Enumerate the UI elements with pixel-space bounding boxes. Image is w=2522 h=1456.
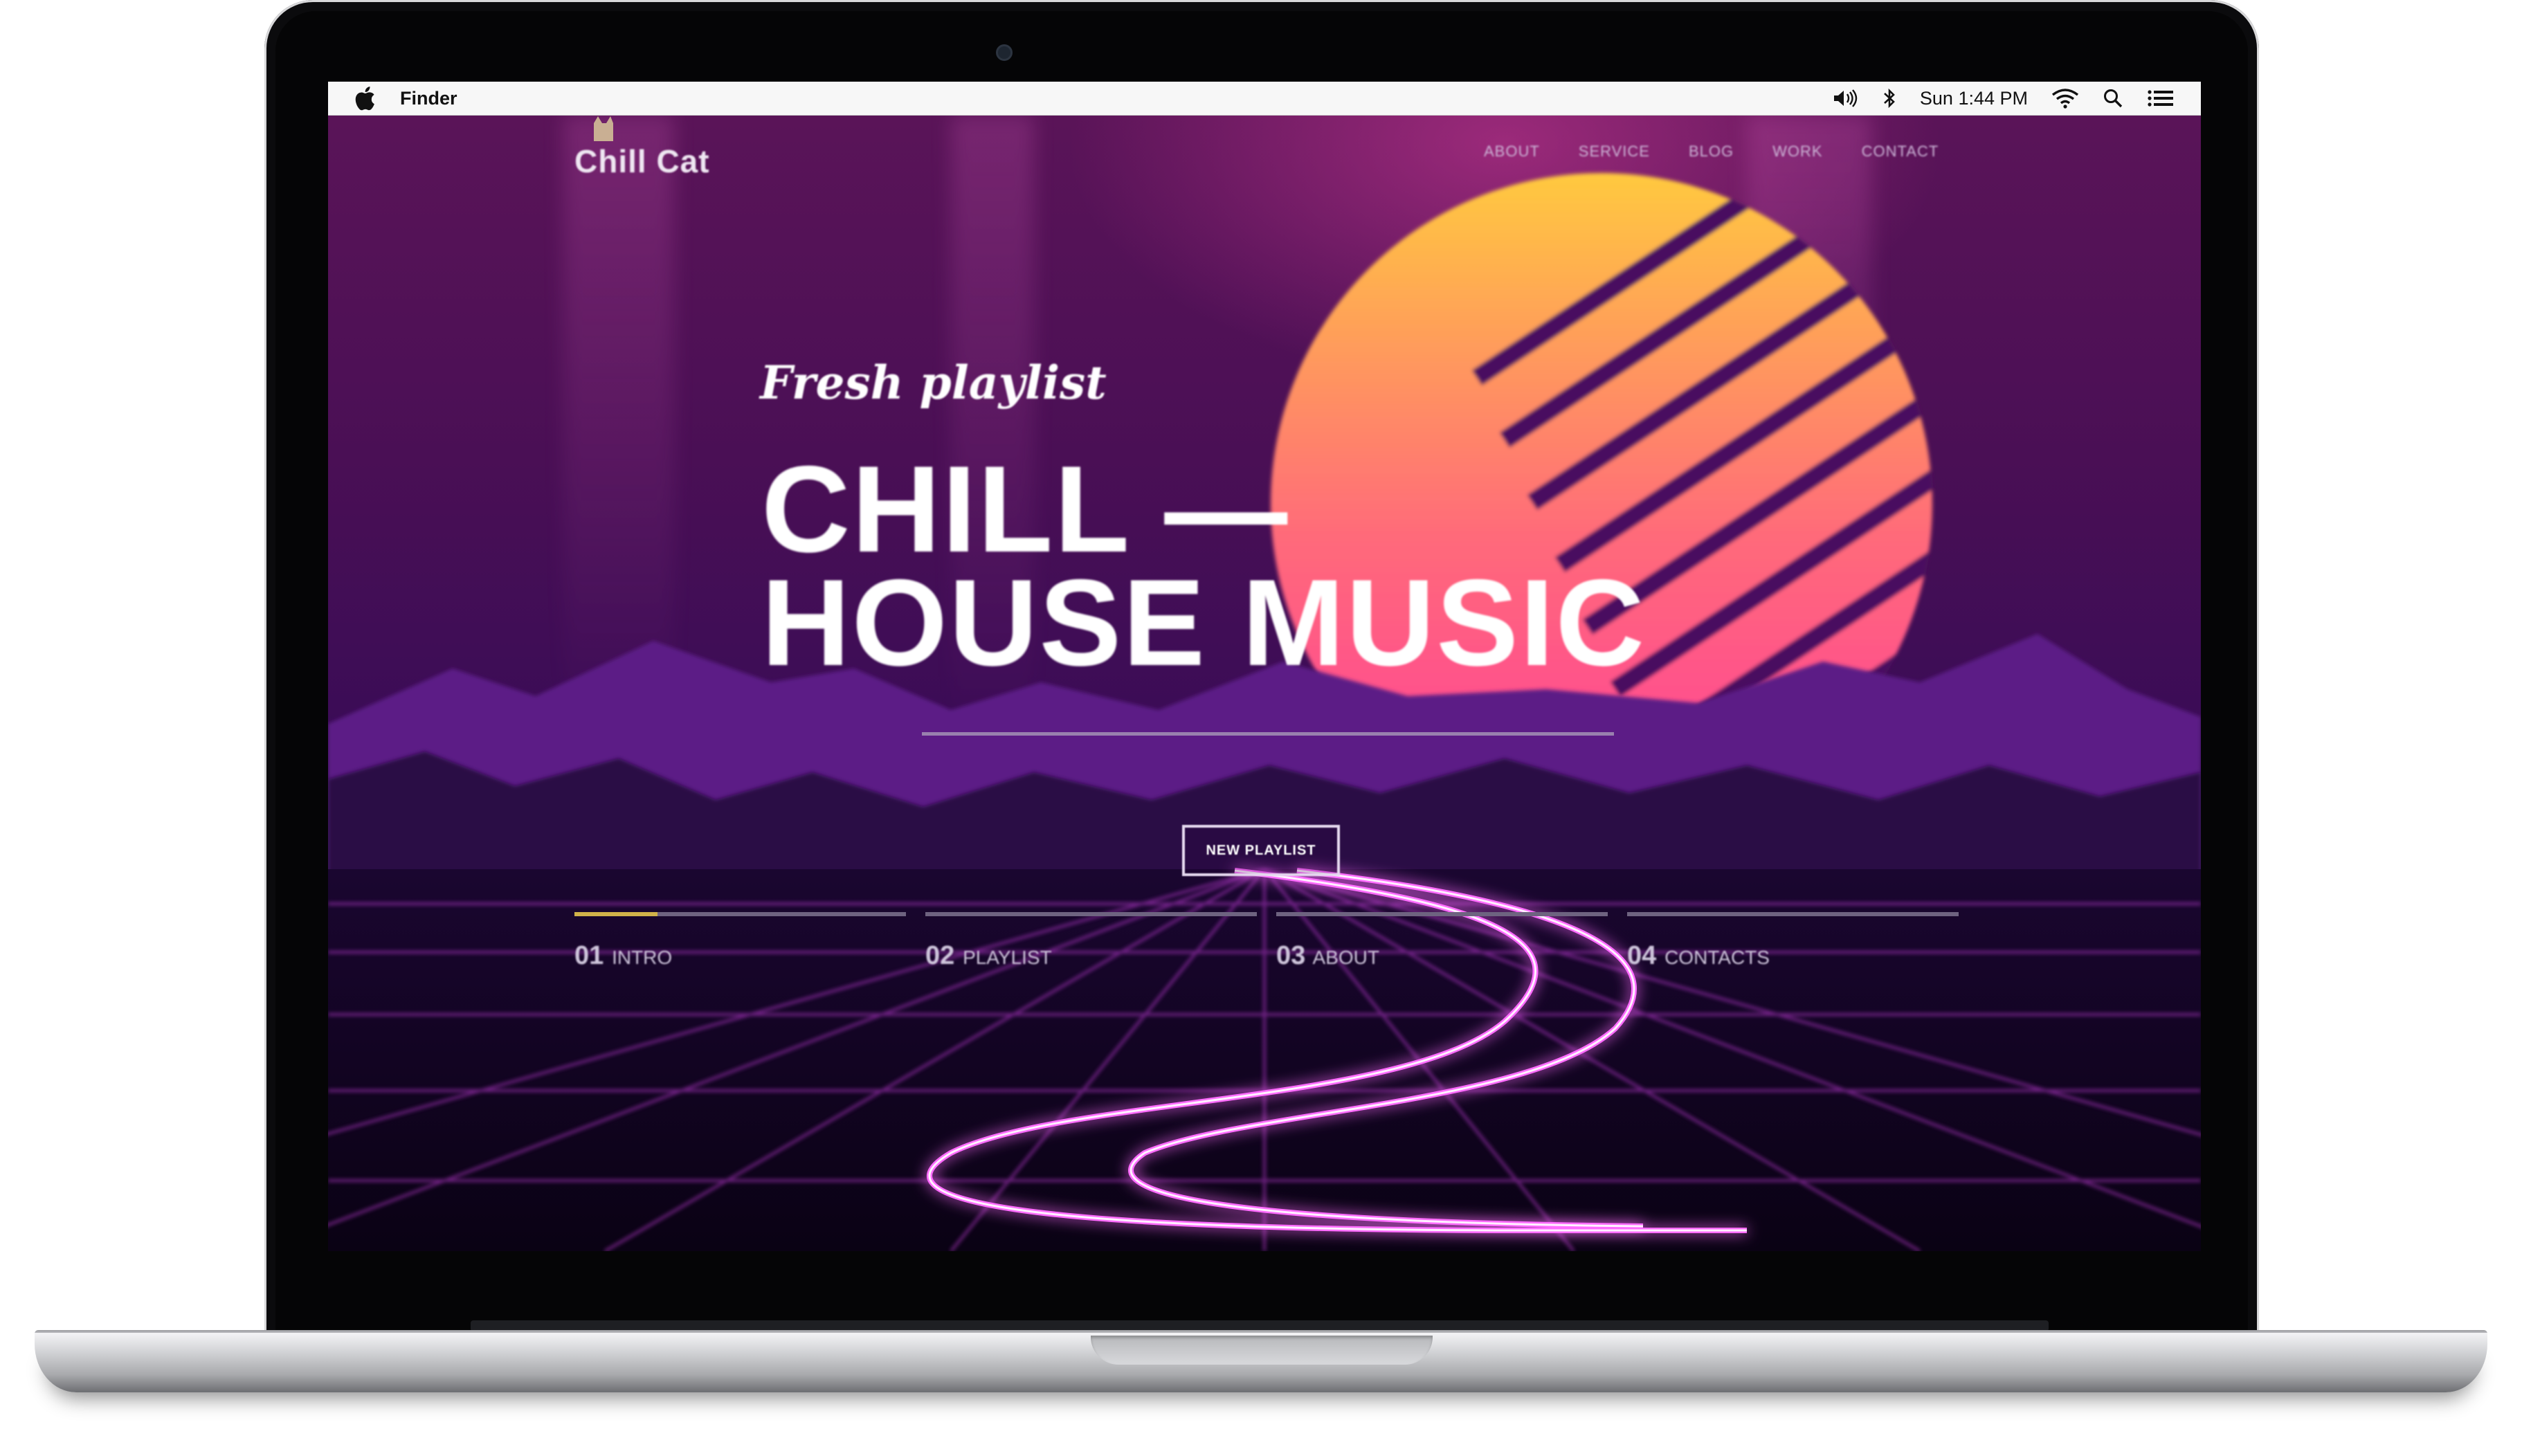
laptop-screen: Finder Sun 1:44 PM Chill Cat ABOUT SERVI… bbox=[328, 82, 2201, 1251]
apple-icon[interactable] bbox=[352, 84, 377, 112]
step-about[interactable]: 03 ABOUT bbox=[1276, 912, 1608, 971]
wifi-icon[interactable] bbox=[2051, 88, 2079, 109]
hero-headline: CHILL — HOUSE MUSIC bbox=[761, 440, 1646, 691]
volume-icon[interactable] bbox=[1831, 88, 1859, 109]
step-progress-bar bbox=[925, 912, 1257, 916]
step-label: 02 PLAYLIST bbox=[925, 941, 1052, 970]
hero-divider bbox=[922, 732, 1614, 736]
notification-center-icon[interactable] bbox=[2147, 88, 2175, 109]
step-label: 01 INTRO bbox=[574, 941, 673, 970]
nav-item-blog[interactable]: BLOG bbox=[1689, 143, 1734, 161]
bluetooth-icon[interactable] bbox=[1883, 88, 1896, 109]
webcam-icon bbox=[996, 44, 1013, 61]
macos-menu-bar: Finder Sun 1:44 PM bbox=[328, 82, 2201, 116]
hero-tagline: Fresh playlist bbox=[760, 356, 1107, 410]
search-icon[interactable] bbox=[2103, 88, 2123, 109]
new-playlist-button[interactable]: NEW PLAYLIST bbox=[1182, 825, 1340, 876]
menubar-clock[interactable]: Sun 1:44 PM bbox=[1920, 88, 2028, 109]
logo-text: Chill Cat bbox=[574, 143, 710, 179]
step-progress-bar bbox=[1276, 912, 1608, 916]
cat-logo-icon bbox=[594, 116, 613, 141]
step-label: 03 ABOUT bbox=[1276, 941, 1379, 970]
step-playlist[interactable]: 02 PLAYLIST bbox=[925, 912, 1257, 971]
step-progress-bar bbox=[574, 912, 906, 916]
step-progress-fill bbox=[574, 912, 657, 916]
nav-item-service[interactable]: SERVICE bbox=[1579, 143, 1650, 161]
laptop-opening-notch bbox=[1091, 1336, 1433, 1365]
step-label: 04 CONTACTS bbox=[1627, 941, 1770, 970]
section-steps: 01 INTRO 02 PLAYLIST 03 ABOUT 04 CONTACT… bbox=[574, 912, 1959, 971]
headline-line-1: CHILL — bbox=[761, 440, 1289, 578]
step-contacts[interactable]: 04 CONTACTS bbox=[1627, 912, 1959, 971]
step-progress-bar bbox=[1627, 912, 1959, 916]
website-hero: Chill Cat ABOUT SERVICE BLOG WORK CONTAC… bbox=[328, 115, 2201, 1251]
nav-item-contact[interactable]: CONTACT bbox=[1862, 143, 1939, 161]
active-app-name[interactable]: Finder bbox=[400, 88, 457, 109]
site-nav: ABOUT SERVICE BLOG WORK CONTACT bbox=[1484, 143, 1939, 161]
step-intro[interactable]: 01 INTRO bbox=[574, 912, 906, 971]
nav-item-work[interactable]: WORK bbox=[1772, 143, 1822, 161]
headline-line-2: HOUSE MUSIC bbox=[761, 554, 1646, 691]
nav-item-about[interactable]: ABOUT bbox=[1484, 143, 1540, 161]
